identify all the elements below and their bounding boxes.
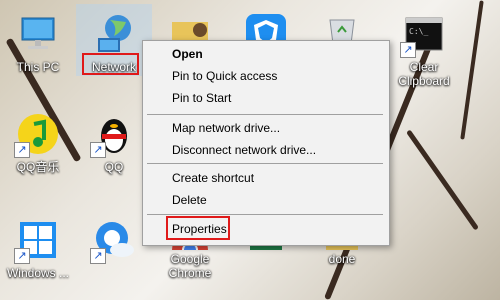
highlight-box-network <box>82 53 139 75</box>
menu-item-map-network-drive[interactable]: Map network drive... <box>172 118 280 138</box>
desktop-icon-label: done <box>328 252 356 266</box>
desktop-icon-label: Windows ... <box>6 266 69 280</box>
menu-item-delete[interactable]: Delete <box>172 190 207 210</box>
menu-item-open[interactable]: Open <box>172 44 203 64</box>
menu-item-create-shortcut[interactable]: Create shortcut <box>172 168 254 188</box>
svg-text:C:\_: C:\_ <box>409 27 428 36</box>
shortcut-arrow-icon: ↗ <box>90 248 106 264</box>
wallpaper-branch <box>460 0 484 140</box>
desktop-icon-qq-music[interactable]: ↗ QQ音乐 <box>0 104 76 174</box>
terminal-icon: C:\_ ↗ <box>400 10 448 58</box>
menu-item-pin-to-quick-access[interactable]: Pin to Quick access <box>172 66 277 86</box>
globe-network-icon <box>90 10 138 58</box>
desktop-icon-this-pc[interactable]: This PC <box>0 4 76 74</box>
windows-logo-icon: ↗ <box>14 216 62 264</box>
menu-separator <box>147 214 383 215</box>
desktop-icon-clear-clipboard[interactable]: C:\_ ↗ Clear Clipboard <box>386 4 462 88</box>
desktop-icon-label: QQ音乐 <box>16 160 60 174</box>
shortcut-arrow-icon: ↗ <box>400 42 416 58</box>
wallpaper-branch <box>406 129 479 231</box>
menu-item-pin-to-start[interactable]: Pin to Start <box>172 88 231 108</box>
desktop-icon-windows[interactable]: ↗ Windows ... <box>0 210 76 280</box>
desktop-icon-label: This PC <box>16 60 60 74</box>
desktop-icon-label: QQ <box>104 160 124 174</box>
desktop-icon-label: Google Chrome <box>168 252 212 280</box>
shortcut-arrow-icon: ↗ <box>90 142 106 158</box>
qq-music-icon: ↗ <box>14 110 62 158</box>
menu-separator <box>147 163 383 164</box>
desktop-icon-cloud-app[interactable]: ↗ <box>76 210 152 266</box>
desktop-icon-label: Clear Clipboard <box>398 60 450 88</box>
menu-separator <box>147 114 383 115</box>
computer-icon <box>14 10 62 58</box>
menu-item-disconnect-network-drive[interactable]: Disconnect network drive... <box>172 140 316 160</box>
shortcut-arrow-icon: ↗ <box>14 142 30 158</box>
shortcut-arrow-icon: ↗ <box>14 248 30 264</box>
cloud-app-icon: ↗ <box>90 216 138 264</box>
qq-penguin-icon: ↗ <box>90 110 138 158</box>
desktop-icon-qq[interactable]: ↗ QQ <box>76 104 152 174</box>
highlight-box-properties <box>166 216 230 240</box>
